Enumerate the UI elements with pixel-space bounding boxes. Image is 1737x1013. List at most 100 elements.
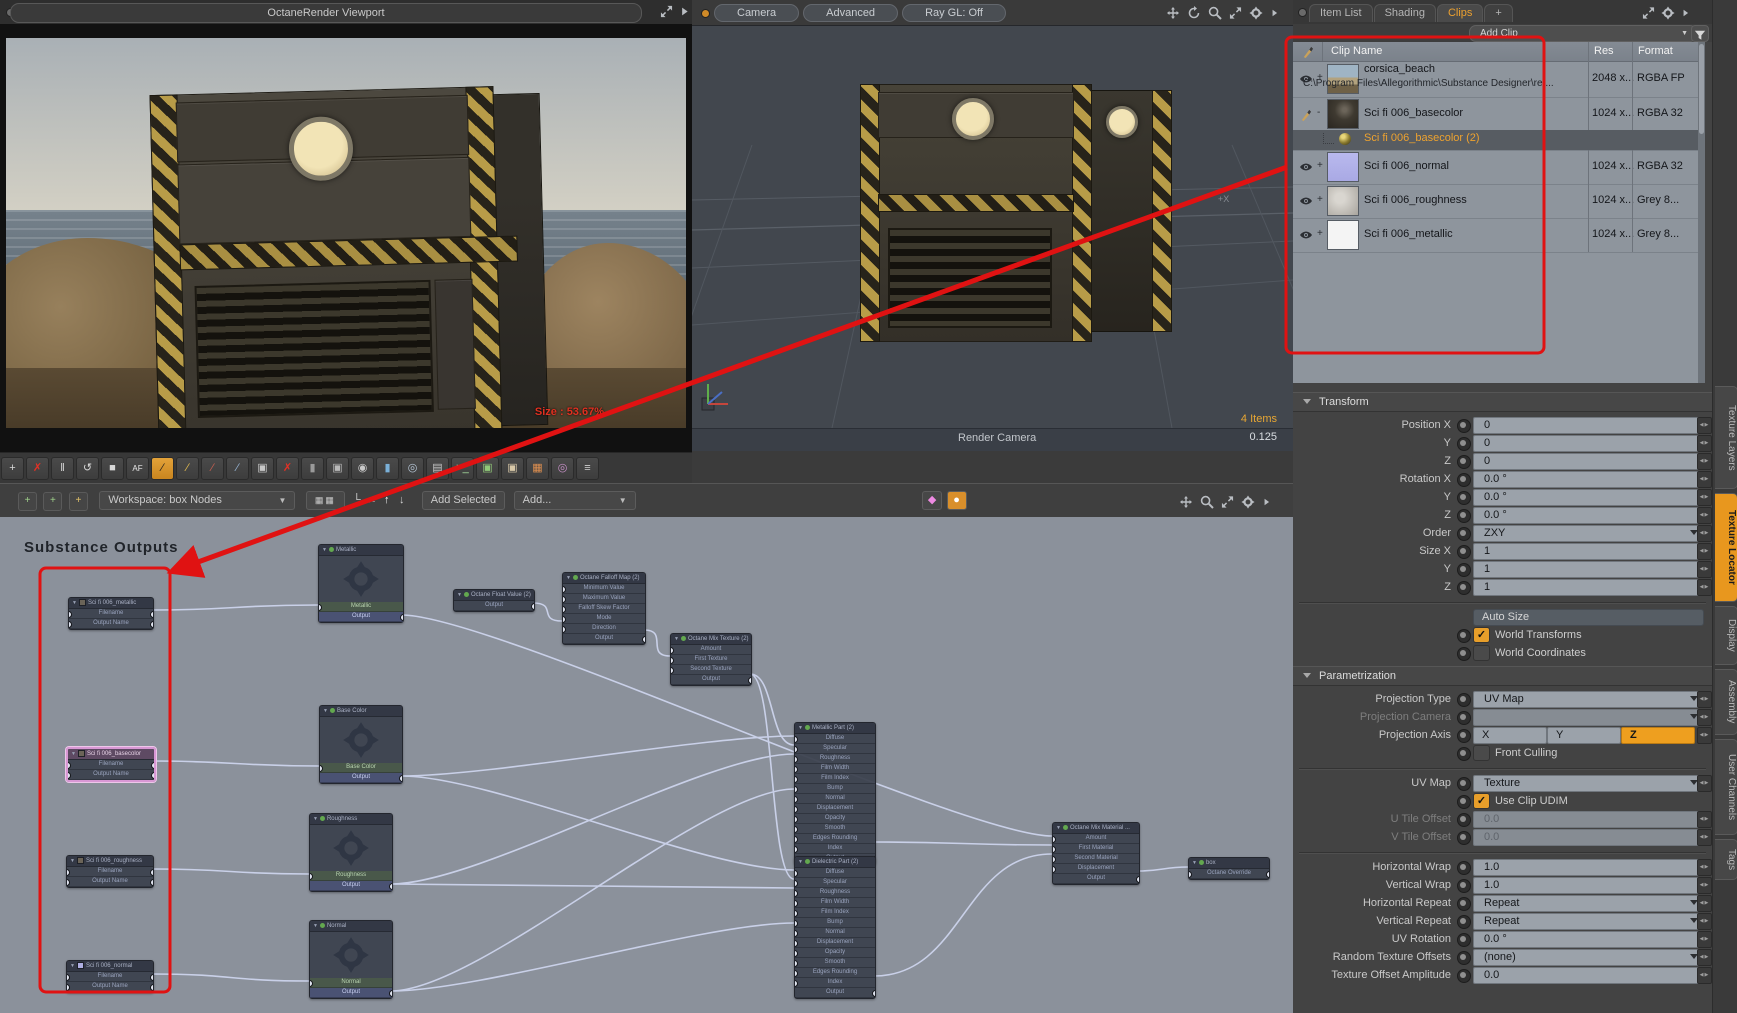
expand-icon[interactable] (1229, 6, 1242, 20)
zoom-icon[interactable] (1208, 6, 1222, 20)
channel-toggle[interactable] (1457, 933, 1471, 947)
node-port-row[interactable]: Diffuse (795, 868, 875, 878)
input-port[interactable] (795, 910, 798, 917)
add-node-button[interactable]: + (18, 492, 37, 511)
tab-clips[interactable]: Clips (1437, 4, 1483, 22)
output-port[interactable] (531, 603, 534, 610)
node-header[interactable]: ▼Octane Mix Texture (2) (671, 634, 751, 645)
input-y[interactable]: 0 (1473, 435, 1706, 452)
channel-toggle[interactable] (1457, 861, 1471, 875)
node-port-row[interactable]: Output (563, 634, 645, 644)
graph-node-gear-roughness[interactable]: ▼RoughnessRoughnessOutput (309, 813, 393, 892)
spinner-z[interactable]: ◀▶ (1697, 453, 1712, 470)
fit-view-icon[interactable]: + (1, 457, 24, 480)
input-port[interactable] (795, 806, 798, 813)
input-port[interactable] (795, 766, 798, 773)
node-port-row[interactable]: Smooth (795, 958, 875, 968)
input-port[interactable] (795, 940, 798, 947)
spinner-rotation-x[interactable]: ◀▶ (1697, 471, 1712, 488)
circle-toggle[interactable]: ● (947, 491, 967, 510)
node-port-row[interactable]: Film Width (795, 898, 875, 908)
spinner-uv-rotation[interactable]: ◀▶ (1697, 931, 1712, 948)
node-header[interactable]: ▼Metallic (319, 545, 403, 556)
collapse-triangle-icon[interactable]: ▼ (323, 708, 328, 714)
input-vertical-wrap[interactable]: 1.0 (1473, 877, 1706, 894)
input-port[interactable] (310, 873, 313, 880)
tab-shading[interactable]: Shading (1374, 4, 1436, 22)
output-port[interactable] (872, 990, 875, 997)
output-port[interactable] (399, 775, 402, 782)
dropdown-random-texture-offsets[interactable]: (none) (1473, 949, 1706, 966)
node-port-row[interactable]: Edges Rounding (795, 968, 875, 978)
diamond-toggle[interactable]: ◆ (922, 491, 942, 510)
save-image-icon[interactable]: ▣ (251, 457, 274, 480)
node-header[interactable]: ▼Octane Mix Material ... (1053, 823, 1139, 834)
input-port[interactable] (67, 984, 70, 991)
vtab-assembly[interactable]: Assembly (1715, 669, 1737, 735)
material-picker-icon[interactable]: ∕ (226, 457, 249, 480)
tab--[interactable]: + (1484, 4, 1512, 22)
node-port-row[interactable]: Minimum Value (563, 584, 645, 594)
channel-toggle[interactable] (1457, 491, 1471, 505)
input-y[interactable]: 1 (1473, 561, 1706, 578)
dropdown-horizontal-repeat[interactable]: Repeat (1473, 895, 1706, 912)
section-transform[interactable]: Transform (1293, 392, 1712, 412)
tab-item-list[interactable]: Item List (1309, 4, 1373, 22)
clip-row-sci-fi-006-basecolor[interactable]: -Sci fi 006_basecolor1024 x...RGBA 32 (1293, 97, 1705, 131)
input-u-tile-offset[interactable]: 0.0 (1473, 811, 1706, 828)
clip-row-corsica-beach[interactable]: +corsica_beachC:\Program Files\Allegorit… (1293, 61, 1705, 98)
channel-toggle[interactable] (1457, 711, 1471, 725)
node-port-row[interactable]: Output (671, 675, 751, 685)
input-port[interactable] (67, 879, 70, 886)
graph-node-falloff-map[interactable]: ▼Octane Falloff Map (2)Minimum ValueMaxi… (562, 572, 646, 645)
channel-toggle[interactable] (1457, 813, 1471, 827)
node-port-row[interactable]: Diffuse (795, 734, 875, 744)
node-port-row[interactable]: Specular (795, 744, 875, 754)
clear-buffer-icon[interactable]: ✗ (276, 457, 299, 480)
spinner-u-tile-offset[interactable]: ◀▶ (1697, 811, 1712, 828)
node-port-row[interactable]: Filename (69, 609, 153, 619)
input-port[interactable] (69, 611, 72, 618)
arrow-down-icon[interactable]: ↓ (394, 492, 409, 509)
move-icon[interactable] (1166, 6, 1180, 20)
node-port-row[interactable]: Normal (795, 794, 875, 804)
input-port[interactable] (795, 970, 798, 977)
graph-node-box-override[interactable]: ▼boxOctane Override (1188, 857, 1270, 880)
node-header[interactable]: ▼Octane Float Value (2) (454, 590, 534, 601)
collapse-triangle-icon[interactable]: ▼ (457, 592, 462, 598)
input-port[interactable] (1053, 856, 1056, 863)
node-port-row[interactable]: Opacity (795, 814, 875, 824)
panel-corner-dot[interactable] (1298, 8, 1307, 17)
vtab-texture-locator[interactable]: Texture Locator (1715, 493, 1737, 602)
channel-toggle[interactable] (1457, 969, 1471, 983)
toggle-front-culling[interactable] (1457, 747, 1471, 761)
node-port-row[interactable]: Displacement (795, 804, 875, 814)
input-port[interactable] (671, 657, 674, 664)
expander-toggle[interactable]: + (1317, 228, 1323, 239)
node-port-row[interactable]: Octane Override (1189, 869, 1269, 879)
channel-toggle[interactable] (1457, 455, 1471, 469)
output-port[interactable] (389, 883, 392, 890)
spinner-texture-offset-amplitude[interactable]: ◀▶ (1697, 967, 1712, 984)
column-res[interactable]: Res (1594, 42, 1614, 61)
node-port-row[interactable]: Roughness (795, 888, 875, 898)
spinner-y[interactable]: ◀▶ (1697, 435, 1712, 452)
clips-scrollbar[interactable] (1698, 42, 1705, 383)
channel-toggle[interactable] (1457, 831, 1471, 845)
graph-node-clip-metallic[interactable]: ▼Sci fi 006_metallicFilenameOutput Name (68, 597, 154, 630)
input-port[interactable] (68, 772, 71, 779)
arrow-left-icon[interactable]: ← (364, 492, 379, 509)
node-header[interactable]: ▼Sci fi 006_roughness (67, 856, 153, 867)
input-port[interactable] (68, 762, 71, 769)
node-port-row[interactable]: Falloff Skew Factor (563, 604, 645, 614)
node-port-row[interactable]: Roughness (795, 754, 875, 764)
input-port[interactable] (795, 796, 798, 803)
node-port-row[interactable]: Film Index (795, 774, 875, 784)
clip-row-sci-fi-006-basecolor-2-[interactable]: Sci fi 006_basecolor (2) (1293, 130, 1705, 151)
input-size-x[interactable]: 1 (1473, 543, 1706, 560)
play-icon[interactable] (1681, 6, 1690, 20)
input-port[interactable] (795, 776, 798, 783)
node-port-row[interactable]: Direction (563, 624, 645, 634)
input-port[interactable] (1053, 836, 1056, 843)
graph-node-gear-basecolor[interactable]: ▼Base ColorBase ColorOutput (319, 705, 403, 784)
